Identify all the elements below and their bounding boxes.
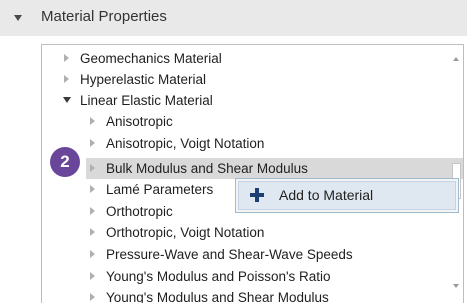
expand-arrow-icon[interactable] [90,250,95,258]
tree-item-label: Linear Elastic Material [80,93,213,108]
add-to-material-menu-item[interactable]: Add to Material [238,181,456,210]
expand-arrow-icon[interactable] [90,228,95,236]
expand-arrow-icon[interactable] [90,207,95,215]
tree-item-label: Hyperelastic Material [80,72,207,87]
tree-item-label: Anisotropic, Voigt Notation [106,136,265,151]
tree-item-label: Young's Modulus and Poisson's Ratio [106,269,331,284]
tree-item-label: Pressure-Wave and Shear-Wave Speeds [106,247,353,262]
collapse-arrow-icon[interactable] [63,97,71,103]
tree-item-label: Bulk Modulus and Shear Modulus [106,161,308,176]
section-header[interactable]: Material Properties [0,0,467,36]
context-menu: Add to Material [235,178,459,213]
collapse-caret-icon[interactable] [14,15,22,21]
expand-arrow-icon[interactable] [90,139,95,147]
expand-arrow-icon[interactable] [64,54,69,62]
expand-arrow-icon[interactable] [90,293,95,301]
tree-item-label: Orthotropic, Voigt Notation [106,225,265,240]
scroll-up-icon[interactable] [453,57,459,61]
vertical-scrollbar[interactable] [449,45,463,303]
expand-arrow-icon[interactable] [64,75,69,83]
tree-item-label: Young's Modulus and Shear Modulus [106,290,329,303]
expand-arrow-icon[interactable] [90,164,95,172]
material-tree-panel: Geomechanics Material Hyperelastic Mater… [41,44,464,303]
step-number-badge: 2 [50,147,80,177]
expand-arrow-icon[interactable] [90,117,95,125]
tree-item-label: Geomechanics Material [80,51,222,66]
plus-icon [249,187,265,203]
tree-item-label: Anisotropic [106,114,173,129]
menu-item-label: Add to Material [279,187,374,203]
scroll-down-icon[interactable] [453,284,459,288]
tree-item-label: Lamé Parameters [106,182,214,197]
expand-arrow-icon[interactable] [90,272,95,280]
tree-item-label: Orthotropic [106,204,173,219]
expand-arrow-icon[interactable] [90,185,95,193]
section-title: Material Properties [41,8,167,25]
